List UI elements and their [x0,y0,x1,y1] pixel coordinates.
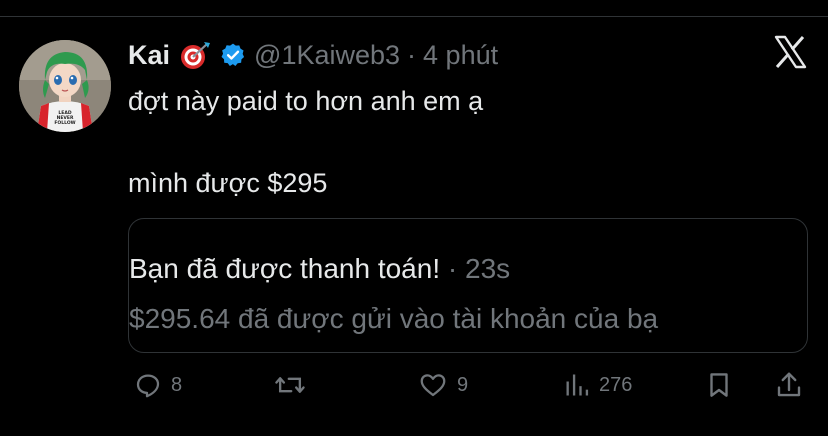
share-button[interactable] [774,370,804,400]
header-separator: · [407,39,417,70]
author-name[interactable]: Kai [128,40,170,71]
tweet-text-line-2: mình được $295 [128,168,328,198]
author-handle[interactable]: @1Kaiweb3 [254,40,400,71]
avatar-shirt-text-3: FOLLOW [54,120,75,126]
card-title: Bạn đã được thanh toán! · 23s [129,253,510,285]
bookmark-button[interactable] [704,370,734,400]
reply-icon [133,370,163,400]
reply-count: 8 [171,373,183,396]
like-count: 9 [457,373,469,396]
x-logo-icon[interactable] [772,34,808,70]
card-body-text: $295.64 đã được gửi vào tài khoản của bạ [129,303,659,334]
card-title-text: Bạn đã được thanh toán! [129,253,441,284]
retweet-icon [274,370,306,400]
bookmark-icon [704,370,734,400]
heart-icon [417,370,449,400]
avatar[interactable]: LEAD NEVER FOLLOW [19,40,111,132]
tweet-text-line-1: đợt này paid to hơn anh em ạ [128,86,484,116]
top-divider [0,16,828,17]
verified-badge-icon [220,42,246,68]
like-button[interactable]: 9 [417,370,468,400]
tweet-timestamp[interactable]: 4 phút [423,40,498,71]
view-count: 276 [599,373,633,396]
retweet-button[interactable] [274,370,306,400]
share-icon [774,370,804,400]
dart-target-emoji-icon [180,40,212,70]
views-button[interactable]: 276 [563,370,632,400]
embedded-notification-card[interactable]: Bạn đã được thanh toán! · 23s $295.64 đã… [128,218,808,353]
reply-button[interactable]: 8 [133,370,182,400]
tweet-action-bar: 8 9 276 [0,370,828,410]
views-chart-icon [563,370,591,400]
tweet-header: Kai @1Kaiweb3 · 4 phút [128,38,498,72]
card-title-time: · 23s [447,253,511,284]
